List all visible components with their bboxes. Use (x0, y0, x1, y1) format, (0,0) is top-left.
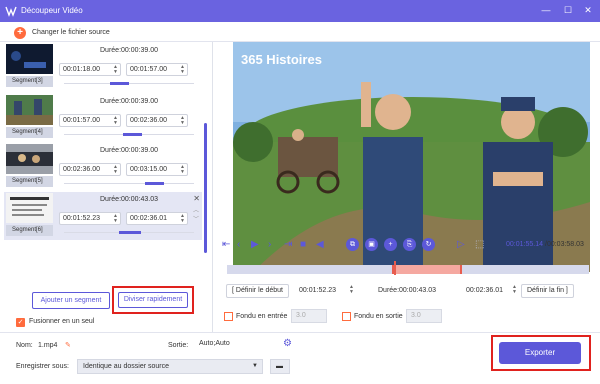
segment-item[interactable]: Segment[4] Durée:00:00:39.00 00:01:57.00… (4, 94, 202, 142)
set-end-button[interactable]: Définir la fin ] (521, 284, 574, 298)
timeline-selection[interactable] (392, 265, 462, 274)
next-frame-icon[interactable]: › (268, 239, 271, 251)
title-bar: Découpeur Vidéo — ☐ ✕ (0, 0, 600, 22)
stepper-icon[interactable]: ▲ ▼ (180, 165, 185, 175)
segment-range-bar (64, 182, 194, 185)
maximize-icon[interactable]: ☐ (562, 4, 574, 16)
app-logo-icon (5, 6, 17, 17)
segment-label: Segment[6] (6, 225, 53, 236)
segment-duration: Durée:00:00:39.00 (100, 98, 158, 105)
segment-range-bar (64, 82, 194, 85)
segment-label: Segment[3] (6, 76, 53, 87)
total-time: /00:03:58.03 (545, 241, 584, 248)
stepper-icon[interactable]: ▲ ▼ (349, 285, 354, 295)
fade-in-checkbox[interactable] (224, 312, 233, 321)
trim-duration: Durée:00:00:43.03 (378, 287, 436, 294)
segment-duration: Durée:00:00:39.00 (100, 47, 158, 54)
fade-in-label: Fondu en entrée (236, 313, 288, 320)
duplicate-icon[interactable]: ⎘ (403, 238, 416, 251)
segment-list-scrollbar[interactable] (204, 123, 207, 253)
change-source-bar: + Changer le fichier source (0, 22, 600, 42)
segment-duration: Durée:00:00:43.03 (100, 196, 158, 203)
prev-frame-icon[interactable]: ‹ (237, 239, 240, 251)
stepper-icon[interactable]: ▲ ▼ (113, 165, 118, 175)
segment-end-field[interactable]: 00:02:36.00 ▲ ▼ (126, 114, 188, 127)
segment-start-field[interactable]: 00:02:36.00 ▲ ▼ (59, 163, 121, 176)
segment-range-bar (64, 231, 194, 234)
segment-end-field[interactable]: 00:03:15.00 ▲ ▼ (126, 163, 188, 176)
loop-icon[interactable]: ⬚ (475, 239, 484, 251)
rotate-icon[interactable]: ↻ (422, 238, 435, 251)
export-button[interactable]: Exporter (499, 342, 581, 364)
delete-segment-icon[interactable]: ✕ (193, 194, 200, 203)
fade-out-value[interactable]: 3.0 (406, 309, 442, 323)
segment-label: Segment[4] (6, 127, 53, 138)
start-time-field[interactable]: 00:01:52.23 (299, 284, 336, 298)
merge-checkbox[interactable]: ✓ (16, 318, 25, 327)
segment-thumbnail (6, 144, 53, 174)
fade-in-value[interactable]: 3.0 (291, 309, 327, 323)
add-segment-button[interactable]: Ajouter un segment (32, 292, 110, 309)
stepper-icon[interactable]: ▲ ▼ (180, 214, 185, 224)
end-time-field[interactable]: 00:02:36.01 (466, 284, 503, 298)
settings-gear-icon[interactable]: ⚙ (283, 338, 292, 349)
segment-thumbnail (6, 44, 53, 74)
segment-item-active[interactable]: Segment[6] Durée:00:00:43.03 00:01:52.23… (4, 192, 202, 240)
file-name: 1.mp4 (38, 342, 58, 349)
move-up-icon[interactable]: ︿ (193, 205, 199, 214)
snapshot-icon[interactable]: ▣ (365, 238, 378, 251)
change-source-button[interactable]: Changer le fichier source (32, 29, 110, 36)
segment-start-field[interactable]: 00:01:52.23 ▲ ▼ (59, 212, 121, 225)
stepper-icon[interactable]: ▲ ▼ (512, 285, 517, 295)
merge-label: Fusionner en un seul (29, 318, 95, 325)
segment-item[interactable]: Segment[5] Durée:00:00:39.00 00:02:36.00… (4, 143, 202, 191)
timeline[interactable] (227, 261, 589, 275)
move-down-icon[interactable]: ﹀ (193, 214, 199, 223)
fade-out-label: Fondu en sortie (354, 313, 403, 320)
fade-out-checkbox[interactable] (342, 312, 351, 321)
playhead[interactable] (394, 261, 396, 275)
segment-start-field[interactable]: 00:01:57.00 ▲ ▼ (59, 114, 121, 127)
split-fast-highlight: Diviser rapidement (112, 286, 194, 314)
segment-end-field[interactable]: 00:01:57.00 ▲ ▼ (126, 63, 188, 76)
copy-segment-icon[interactable]: ⧉ (346, 238, 359, 251)
segment-thumbnail (6, 95, 53, 125)
stepper-icon[interactable]: ▲ ▼ (113, 116, 118, 126)
stop-icon[interactable]: ■ (300, 239, 306, 251)
add-icon[interactable]: + (384, 238, 397, 251)
go-end-icon[interactable]: ⇥ (284, 239, 292, 251)
save-location-select[interactable]: Identique au dossier source ▼ (77, 359, 263, 374)
volume-icon[interactable]: ◀ (316, 239, 324, 251)
segment-thumbnail (6, 193, 53, 223)
name-label: Nom: (16, 342, 33, 349)
stepper-icon[interactable]: ▲ ▼ (180, 116, 185, 126)
minimize-icon[interactable]: — (540, 4, 552, 16)
go-start-icon[interactable]: ⇤ (222, 239, 230, 251)
output-label: Sortie: (168, 342, 189, 349)
segment-range-bar (64, 133, 194, 136)
set-start-button[interactable]: [ Définir le début (226, 284, 289, 298)
chevron-down-icon: ▼ (252, 363, 258, 369)
add-source-icon[interactable]: + (14, 27, 26, 39)
segment-label: Segment[5] (6, 176, 53, 187)
stepper-icon[interactable]: ▲ ▼ (180, 65, 185, 75)
stepper-icon[interactable]: ▲ ▼ (113, 214, 118, 224)
edit-name-icon[interactable]: ✎ (65, 341, 71, 349)
play-selection-icon[interactable]: ▷ (457, 239, 465, 251)
video-watermark: 365 Histoires (241, 52, 322, 67)
window-title: Découpeur Vidéo (21, 6, 83, 15)
segment-end-field[interactable]: 00:02:36.01 ▲ ▼ (126, 212, 188, 225)
current-time: 00:01:55.14 (506, 241, 543, 248)
close-icon[interactable]: ✕ (582, 4, 594, 16)
stepper-icon[interactable]: ▲ ▼ (113, 65, 118, 75)
export-highlight: Exporter (491, 335, 591, 371)
split-fast-button[interactable]: Diviser rapidement (118, 292, 188, 308)
segment-item[interactable]: Segment[3] Durée:00:00:39.00 00:01:18.00… (4, 43, 202, 91)
save-as-label: Enregistrer sous: (16, 363, 69, 370)
folder-icon[interactable]: ▬ (270, 359, 290, 374)
segment-start-field[interactable]: 00:01:18.00 ▲ ▼ (59, 63, 121, 76)
play-icon[interactable]: ▶ (251, 239, 259, 251)
segment-duration: Durée:00:00:39.00 (100, 147, 158, 154)
